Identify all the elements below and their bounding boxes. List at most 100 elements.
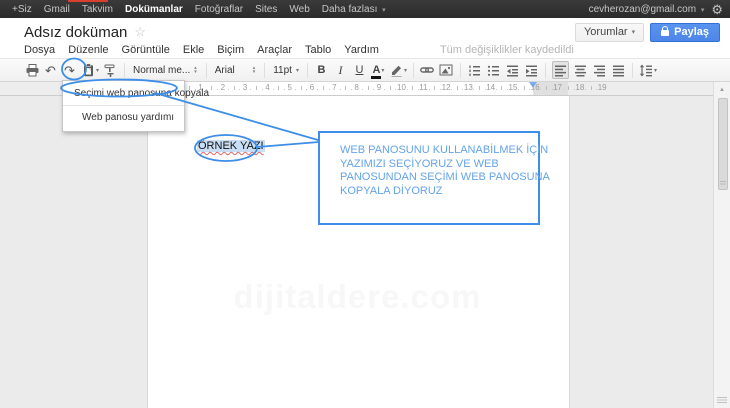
menu-item-label: Seçimi web panosuna kopyala (74, 88, 209, 99)
redo-icon: ↷ (64, 64, 75, 77)
styles-dropdown[interactable]: Normal me... ▲▼ (129, 65, 202, 76)
share-button[interactable]: Paylaş (650, 23, 720, 42)
comments-button[interactable]: Yorumlar ▾ (575, 23, 644, 42)
align-center-button[interactable] (573, 61, 588, 79)
topbar-item-siz[interactable]: +Siz (12, 4, 32, 15)
star-icon[interactable]: ☆ (134, 24, 146, 40)
text-color-icon: A (372, 65, 380, 75)
web-clipboard-button[interactable]: ▾ (81, 61, 99, 79)
topbar-item-fotograflar[interactable]: Fotoğraflar (195, 4, 243, 15)
ruler-tick (278, 86, 279, 90)
ruler-tick (368, 86, 369, 90)
menu-goruntule[interactable]: Görüntüle (122, 44, 170, 56)
ruler-tick (540, 89, 541, 90)
ruler-tick (501, 86, 502, 90)
ruler-tick (485, 89, 486, 90)
menu-tablo[interactable]: Tablo (305, 44, 331, 56)
align-left-button[interactable] (552, 61, 569, 79)
ruler-number: 14 (486, 83, 495, 92)
topbar-item-gmail[interactable]: Gmail (44, 4, 70, 15)
ruler-tick (395, 89, 396, 90)
text-color-button[interactable]: A ▾ (371, 61, 386, 79)
account-menu[interactable]: cevherozan@gmail.com ▾ (589, 4, 705, 15)
menu-item-web-clipboard-help[interactable]: Web panosu yardımı (63, 109, 184, 126)
bullet-list-icon (487, 64, 500, 77)
ruler-tick (340, 89, 341, 90)
scrollbar-up-icon[interactable]: ▲ (719, 87, 725, 93)
scrollbar-thumb[interactable] (718, 98, 728, 190)
ruler-number: 17 (553, 83, 562, 92)
topbar-more-menu[interactable]: Daha fazlası ▾ (322, 4, 386, 15)
menu-ekle[interactable]: Ekle (183, 44, 204, 56)
numbered-list-button[interactable] (467, 61, 482, 79)
print-icon (25, 63, 39, 77)
insert-image-button[interactable] (439, 61, 454, 79)
ruler-tick (412, 86, 413, 90)
active-tab-marker (68, 0, 108, 2)
ruler-tick (250, 89, 251, 90)
indent-button[interactable] (524, 61, 539, 79)
ruler-tick (217, 89, 218, 90)
ruler-tick (462, 89, 463, 90)
ruler-tick (479, 86, 480, 90)
underline-button[interactable]: U (352, 61, 367, 79)
ruler-number: 11 (419, 83, 427, 92)
ruler-tick (496, 89, 497, 90)
callout-line: WEB PANOSUNU KULLANABİLMEK İÇİN (340, 144, 530, 158)
chevron-down-icon: ▾ (296, 67, 299, 74)
menu-araclar[interactable]: Araçlar (257, 44, 292, 56)
ruler-tick (546, 86, 547, 90)
ruler-tick (295, 89, 296, 90)
selected-text[interactable]: ÖRNEK YAZI (197, 140, 265, 152)
highlight-color-button[interactable]: ▾ (390, 61, 407, 79)
ruler-tick (591, 86, 592, 90)
paint-format-icon (104, 64, 117, 77)
paint-format-button[interactable] (103, 61, 118, 79)
ruler-number: 7 (332, 83, 336, 92)
line-spacing-button[interactable]: ▾ (639, 61, 657, 79)
ruler-number: 2 (221, 83, 225, 92)
ruler-number: 3 (243, 83, 247, 92)
ruler-tick (529, 89, 530, 90)
bullet-list-button[interactable] (486, 61, 501, 79)
bold-button[interactable]: B (314, 61, 329, 79)
print-button[interactable] (24, 61, 39, 79)
justify-button[interactable] (611, 61, 626, 79)
insert-link-button[interactable] (420, 61, 435, 79)
menu-item-copy-to-web-clipboard[interactable]: Seçimi web panosuna kopyala (63, 84, 184, 102)
gear-icon[interactable]: ⚙ (711, 3, 723, 16)
ruler-tick (574, 89, 575, 90)
ruler-tick (473, 89, 474, 90)
menu-dosya[interactable]: Dosya (24, 44, 55, 56)
topbar-item-dokumanlar[interactable]: Dokümanlar (125, 4, 183, 15)
highlight-icon (390, 64, 403, 77)
ruler-tick (596, 89, 597, 90)
ruler-tick (440, 89, 441, 90)
undo-button[interactable]: ↶ (43, 61, 58, 79)
ruler-tick (552, 89, 553, 90)
vertical-scrollbar[interactable]: ▲ (713, 81, 730, 408)
ruler-tick (211, 86, 212, 90)
topbar-item-web[interactable]: Web (289, 4, 309, 15)
ruler-tick (306, 89, 307, 90)
font-size-dropdown[interactable]: 11pt ▾ (269, 65, 303, 76)
menu-duzenle[interactable]: Düzenle (68, 44, 108, 56)
scrollbar-grip[interactable] (717, 397, 727, 404)
align-center-icon (574, 64, 587, 77)
indent-icon (525, 64, 538, 77)
menu-yardim[interactable]: Yardım (344, 44, 379, 56)
menu-bicim[interactable]: Biçim (217, 44, 244, 56)
topbar-item-takvim[interactable]: Takvim (82, 4, 113, 15)
menu-separator (63, 105, 184, 106)
font-dropdown[interactable]: Arial ▲▼ (211, 65, 260, 76)
document-title[interactable]: Adsız doküman (24, 24, 127, 41)
redo-button[interactable]: ↷ (62, 61, 77, 79)
align-right-button[interactable] (592, 61, 607, 79)
ruler-tick (429, 89, 430, 90)
outdent-button[interactable] (505, 61, 520, 79)
ruler-tick (518, 89, 519, 90)
topbar-item-sites[interactable]: Sites (255, 4, 277, 15)
align-right-icon (593, 64, 606, 77)
italic-button[interactable]: I (333, 61, 348, 79)
ruler-number: 15 (509, 83, 518, 92)
